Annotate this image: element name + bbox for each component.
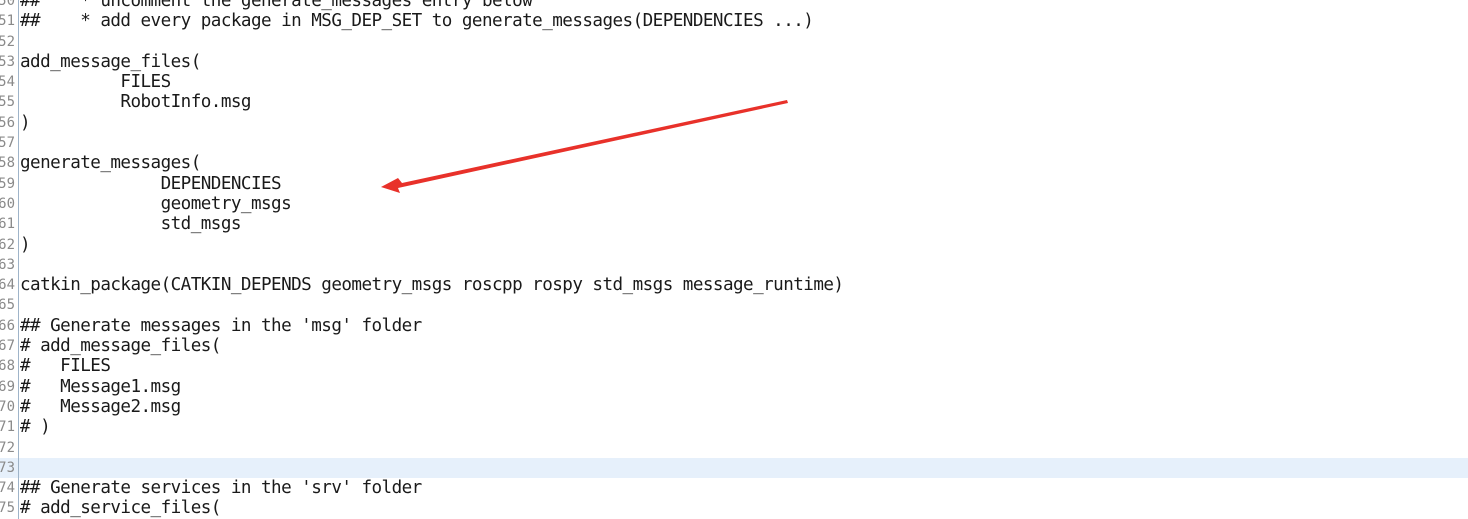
line-number: 69 [0, 376, 19, 397]
code-line[interactable]: 62) [0, 234, 1468, 255]
code-text[interactable]: ) [19, 235, 31, 255]
line-number: 63 [0, 254, 19, 276]
code-line[interactable]: 68# FILES [0, 356, 1468, 377]
code-text[interactable] [19, 438, 20, 458]
code-line[interactable]: 52 [0, 31, 1468, 52]
code-line[interactable]: 74## Generate services in the 'srv' fold… [0, 478, 1468, 499]
code-text[interactable]: ## * add every package in MSG_DEP_SET to… [19, 11, 814, 31]
code-line[interactable]: 51## * add every package in MSG_DEP_SET … [0, 11, 1468, 32]
code-line[interactable]: 72 [0, 437, 1468, 458]
code-text[interactable]: ## Generate messages in the 'msg' folder [19, 316, 422, 336]
code-line[interactable]: 55 RobotInfo.msg [0, 92, 1468, 113]
code-text[interactable]: FILES [19, 72, 171, 92]
code-text[interactable]: # add_message_files( [19, 336, 221, 356]
line-number: 59 [0, 173, 19, 194]
code-text[interactable]: std_msgs [19, 214, 242, 234]
code-line[interactable]: 64catkin_package(CATKIN_DEPENDS geometry… [0, 275, 1468, 296]
code-line[interactable]: 75# add_service_files( [0, 498, 1468, 519]
code-line[interactable]: 50## * uncomment the generate_messages e… [0, 0, 1468, 12]
code-text[interactable]: # Message1.msg [19, 377, 181, 397]
code-line[interactable]: 61 std_msgs [0, 214, 1468, 235]
code-line[interactable]: 73 [0, 457, 1468, 479]
code-text[interactable]: # add_service_files( [19, 498, 221, 518]
line-number: 51 [0, 11, 19, 32]
code-line[interactable]: 57 [0, 133, 1468, 154]
code-text[interactable] [19, 458, 20, 478]
code-text[interactable]: ) [19, 113, 31, 133]
code-text[interactable]: catkin_package(CATKIN_DEPENDS geometry_m… [19, 275, 844, 295]
code-line[interactable]: 67# add_message_files( [0, 336, 1468, 357]
code-text[interactable] [19, 133, 20, 153]
code-text[interactable]: # FILES [19, 356, 111, 376]
code-line[interactable]: 71# ) [0, 417, 1468, 438]
code-line[interactable]: 65 [0, 295, 1468, 316]
line-number: 74 [0, 478, 19, 499]
code-text[interactable]: ## Generate services in the 'srv' folder [19, 478, 422, 498]
code-text[interactable] [19, 255, 20, 275]
code-text[interactable]: geometry_msgs [19, 194, 292, 214]
code-line[interactable]: 69# Message1.msg [0, 376, 1468, 397]
line-number: 71 [0, 417, 19, 438]
code-text[interactable]: add_message_files( [19, 52, 201, 72]
code-line[interactable]: 59 DEPENDENCIES [0, 173, 1468, 194]
code-line[interactable]: 70# Message2.msg [0, 396, 1468, 418]
code-text[interactable] [19, 32, 20, 52]
line-number: 61 [0, 214, 19, 235]
line-number: 67 [0, 336, 19, 357]
line-number: 66 [0, 315, 19, 337]
line-number: 64 [0, 275, 19, 296]
code-text[interactable]: ## * uncomment the generate_messages ent… [19, 0, 533, 11]
code-text[interactable]: # Message2.msg [19, 397, 181, 417]
line-number: 55 [0, 92, 19, 113]
code-text[interactable]: DEPENDENCIES [19, 174, 282, 194]
code-line[interactable]: 58generate_messages( [0, 153, 1468, 174]
line-number: 72 [0, 437, 19, 458]
line-number: 68 [0, 356, 19, 377]
code-line[interactable]: 63 [0, 254, 1468, 276]
code-text[interactable]: # ) [19, 417, 51, 437]
line-number: 50 [0, 0, 19, 12]
code-line[interactable]: 54 FILES [0, 72, 1468, 93]
line-number: 57 [0, 133, 19, 154]
line-number: 54 [0, 72, 19, 93]
code-text[interactable]: generate_messages( [19, 153, 201, 173]
code-line[interactable]: 53add_message_files( [0, 51, 1468, 73]
line-number: 58 [0, 153, 19, 174]
line-number: 70 [0, 396, 19, 418]
line-number: 62 [0, 234, 19, 255]
code-text[interactable]: RobotInfo.msg [19, 92, 251, 112]
code-line[interactable]: 60 geometry_msgs [0, 193, 1468, 215]
line-number: 53 [0, 51, 19, 73]
line-number: 75 [0, 498, 19, 519]
line-number: 60 [0, 193, 19, 215]
code-editor[interactable]: 50## * uncomment the generate_messages e… [0, 0, 1468, 519]
line-number: 52 [0, 31, 19, 52]
code-line[interactable]: 56) [0, 112, 1468, 134]
line-number: 73 [0, 457, 19, 479]
line-number: 56 [0, 112, 19, 134]
code-text[interactable] [19, 295, 20, 315]
code-line[interactable]: 66## Generate messages in the 'msg' fold… [0, 315, 1468, 337]
line-number: 65 [0, 295, 19, 316]
